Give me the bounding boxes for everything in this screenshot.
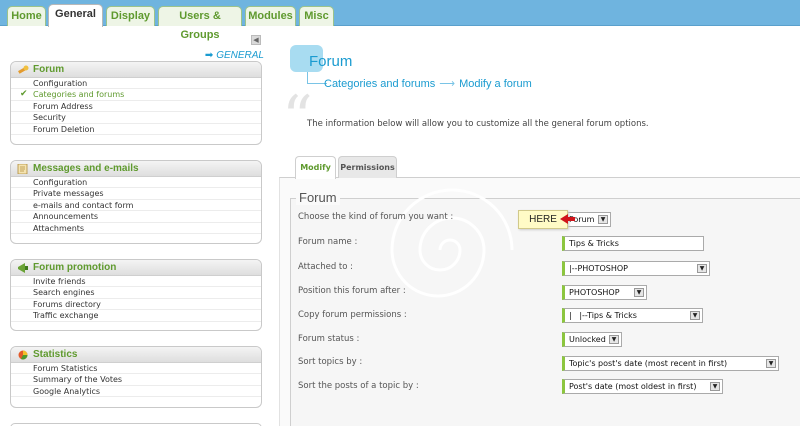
swirl-watermark [390, 188, 514, 298]
panel-forum-header: Forum [11, 62, 261, 78]
top-tab-bar: Home General Display Users & Groups Modu… [0, 0, 800, 41]
collapse-sidebar-button[interactable]: ◀ [251, 35, 261, 45]
info-text: The information below will allow you to … [307, 119, 649, 129]
forum-status-select[interactable]: Unlocked ▼ [562, 332, 622, 347]
arrow-right-icon: ➡ [204, 50, 214, 61]
notepad-icon [17, 164, 28, 174]
sidebar-item-invite-friends[interactable]: Invite friends [11, 276, 261, 288]
sidebar-item-summary-votes[interactable]: Summary of the Votes [11, 374, 261, 386]
chevron-down-icon: ▼ [710, 382, 720, 391]
chevron-down-icon: ▼ [609, 335, 619, 344]
chevron-down-icon: ▼ [697, 264, 707, 273]
panel-messages-header: Messages and e-mails [11, 161, 261, 177]
sidebar-item-private-messages[interactable]: Private messages [11, 188, 261, 200]
sidebar-item-messages-configuration[interactable]: Configuration [11, 177, 261, 189]
label-forum-status: Forum status : [298, 334, 360, 344]
panel-statistics-header: Statistics [11, 347, 261, 363]
chevron-down-icon: ▼ [598, 215, 608, 224]
sidebar-item-google-analytics[interactable]: Google Analytics [11, 386, 261, 398]
chevron-down-icon: ▼ [690, 311, 700, 320]
sidebar-item-announcements[interactable]: Announcements [11, 211, 261, 223]
sidebar-item-forum-deletion[interactable]: Forum Deletion [11, 124, 261, 135]
breadcrumb-categories-and-forums[interactable]: Categories and forums [324, 78, 435, 90]
label-forum-kind: Choose the kind of forum you want : [298, 212, 454, 222]
sidebar-item-forums-directory[interactable]: Forums directory [11, 299, 261, 311]
sidebar-item-configuration[interactable]: Configuration [11, 78, 261, 90]
sidebar-item-traffic-exchange[interactable]: Traffic exchange [11, 310, 261, 322]
tab-misc[interactable]: Misc [299, 6, 334, 26]
tab-home[interactable]: Home [7, 6, 46, 26]
chevron-down-icon: ▼ [766, 359, 776, 368]
sort-topics-select[interactable]: Topic's post's date (most recent in firs… [562, 356, 779, 371]
panel-statistics: Statistics Forum Statistics Summary of t… [10, 346, 262, 408]
breadcrumb-modify-forum: Modify a forum [459, 78, 532, 90]
sidebar-item-attachments[interactable]: Attachments [11, 223, 261, 234]
tab-users-groups[interactable]: Users & Groups [158, 6, 242, 41]
forum-name-input[interactable]: Tips & Tricks [562, 236, 704, 251]
label-sort-posts: Sort the posts of a topic by : [298, 381, 419, 391]
long-arrow-icon: ⟶ [439, 78, 456, 90]
tab-modules[interactable]: Modules [245, 6, 296, 26]
label-sort-topics: Sort topics by : [298, 357, 363, 367]
chevron-down-icon: ▼ [634, 288, 644, 297]
panel-promotion: Forum promotion Invite friends Search en… [10, 259, 262, 331]
sidebar-item-search-engines[interactable]: Search engines [11, 287, 261, 299]
position-after-select[interactable]: PHOTOSHOP ▼ [562, 285, 647, 300]
fieldset-legend: Forum [296, 190, 340, 205]
sort-posts-select[interactable]: Post's date (most oldest in first) ▼ [562, 379, 723, 394]
tab-display[interactable]: Display [106, 6, 155, 26]
panel-forum: Forum Configuration ✔ Categories and foru… [10, 61, 262, 145]
quote-icon: “ [282, 83, 313, 153]
tab-modify[interactable]: Modify [295, 156, 336, 179]
sidebar-item-categories-and-forums[interactable]: ✔ Categories and forums [11, 89, 261, 101]
panel-messages: Messages and e-mails Configuration Priva… [10, 160, 262, 244]
page-title: Forum [309, 53, 353, 70]
copy-permissions-select[interactable]: | |--Tips & Tricks ▼ [562, 308, 703, 323]
attached-to-select[interactable]: |--PHOTOSHOP ▼ [562, 261, 710, 276]
section-label: ➡ GENERAL [204, 50, 264, 61]
panel-promotion-header: Forum promotion [11, 260, 261, 276]
sidebar-item-forum-statistics[interactable]: Forum Statistics [11, 363, 261, 375]
label-forum-name: Forum name : [298, 237, 358, 247]
red-arrow-icon [560, 214, 575, 224]
pie-chart-icon [18, 350, 28, 360]
wrench-icon [18, 65, 29, 74]
label-copy-permissions: Copy forum permissions : [298, 310, 407, 320]
breadcrumb: Categories and forums ⟶ Modify a forum [324, 77, 532, 90]
sidebar-item-security[interactable]: Security [11, 112, 261, 124]
sidebar-item-emails-contact-form[interactable]: e-mails and contact form [11, 200, 261, 212]
label-position-after: Position this forum after : [298, 286, 406, 296]
label-attached-to: Attached to : [298, 262, 354, 272]
megaphone-icon [18, 263, 28, 273]
sidebar-item-forum-address[interactable]: Forum Address [11, 101, 261, 113]
tab-general[interactable]: General [48, 4, 103, 27]
check-icon: ✔ [20, 89, 28, 100]
